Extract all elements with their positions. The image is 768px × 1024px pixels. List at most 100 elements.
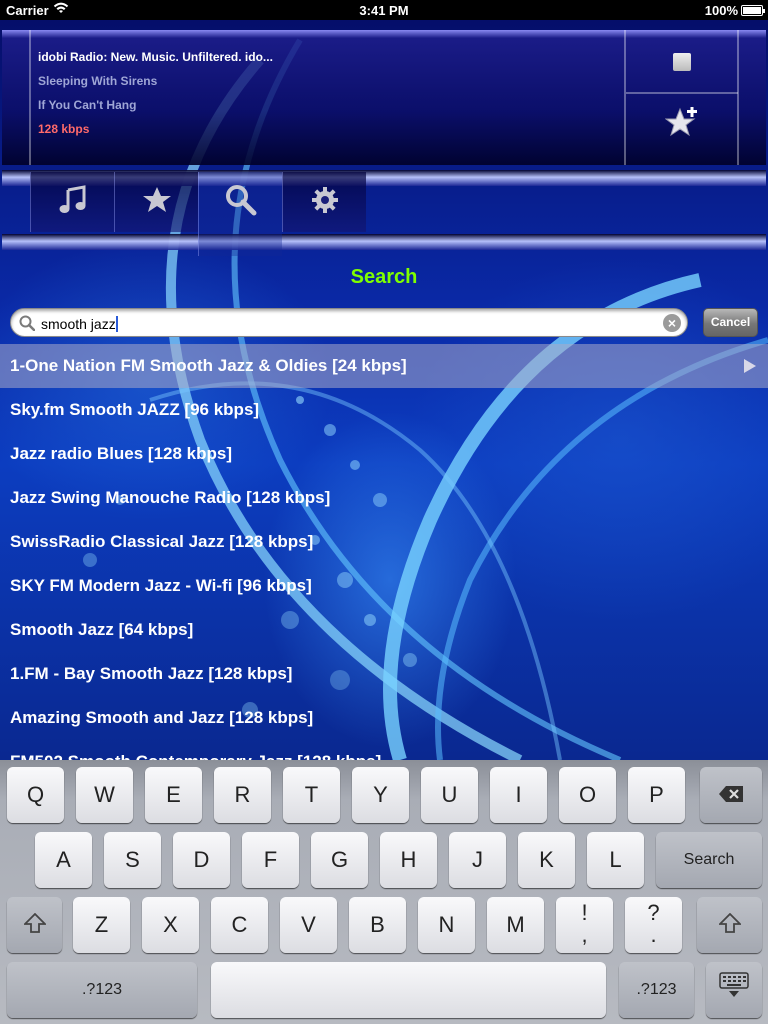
key-label: Search: [683, 851, 735, 868]
shift-icon: [22, 898, 47, 954]
key-f[interactable]: F: [242, 832, 299, 888]
tab-now-playing[interactable]: [30, 172, 114, 232]
music-note-icon: [58, 184, 88, 220]
stop-button[interactable]: [627, 31, 737, 93]
result-label: Jazz Swing Manouche Radio [128 kbps]: [10, 488, 331, 507]
key-a[interactable]: A: [35, 832, 92, 888]
result-label: Jazz radio Blues [128 kbps]: [10, 444, 233, 463]
clock: 3:41 PM: [359, 3, 409, 18]
battery-percent: 100%: [704, 3, 738, 18]
key-o[interactable]: O: [559, 767, 616, 823]
tab-favorites[interactable]: [114, 172, 198, 232]
key-v[interactable]: V: [280, 897, 337, 953]
numbers-key-right[interactable]: .?123: [619, 962, 694, 1018]
key-q[interactable]: Q: [7, 767, 64, 823]
results-list: 1-One Nation FM Smooth Jazz & Oldies [24…: [0, 344, 768, 760]
result-label: 1.FM - Bay Smooth Jazz [128 kbps]: [10, 664, 293, 683]
stop-icon: [673, 53, 691, 71]
on-screen-keyboard: Q W E R T Y U I O P A S D F G H J K L Search Z X C V B N M ! , ? ..?…: [0, 760, 768, 1024]
result-label: FM502 Smooth Contemporary Jazz [128 kbps…: [10, 752, 381, 760]
gear-icon: [311, 186, 339, 219]
search-input[interactable]: smooth jazz ×: [10, 308, 688, 337]
space-key[interactable]: [211, 962, 606, 1018]
key-m[interactable]: M: [487, 897, 544, 953]
key-u[interactable]: U: [421, 767, 478, 823]
result-label: Smooth Jazz [64 kbps]: [10, 620, 194, 639]
key-label: X: [163, 912, 178, 937]
key-label: T: [304, 782, 319, 807]
divider: [29, 30, 31, 165]
now-playing-info: idobi Radio: New. Music. Unfiltered. ido…: [38, 50, 273, 146]
key-e[interactable]: E: [145, 767, 202, 823]
result-row[interactable]: Smooth Jazz [64 kbps]: [0, 608, 768, 652]
result-row[interactable]: Amazing Smooth and Jazz [128 kbps]: [0, 696, 768, 740]
key-j[interactable]: J: [449, 832, 506, 888]
hide-keyboard-key[interactable]: [706, 962, 762, 1018]
key-label: R: [234, 782, 251, 807]
star-plus-icon: [664, 106, 699, 144]
key-label: Z: [94, 912, 109, 937]
result-label: Amazing Smooth and Jazz [128 kbps]: [10, 708, 314, 727]
key-h[interactable]: H: [380, 832, 437, 888]
key-w[interactable]: W: [76, 767, 133, 823]
result-row[interactable]: FM502 Smooth Contemporary Jazz [128 kbps…: [0, 740, 768, 760]
search-icon: [225, 184, 257, 221]
add-favorite-button[interactable]: [627, 94, 737, 156]
battery-icon: [741, 5, 765, 16]
divider: [737, 30, 739, 165]
key-z[interactable]: Z: [73, 897, 130, 953]
key-label: L: [609, 847, 622, 872]
tab-search[interactable]: [198, 172, 282, 256]
key-label: B: [370, 912, 385, 937]
shift-icon: [717, 898, 742, 954]
result-row[interactable]: Sky.fm Smooth JAZZ [96 kbps]: [0, 388, 768, 432]
key-label: Q: [26, 782, 45, 807]
key-l[interactable]: L: [587, 832, 644, 888]
result-row[interactable]: SKY FM Modern Jazz - Wi-fi [96 kbps]: [0, 564, 768, 608]
key-k[interactable]: K: [518, 832, 575, 888]
key-label: N: [438, 912, 455, 937]
result-row[interactable]: Jazz radio Blues [128 kbps]: [0, 432, 768, 476]
result-label: SKY FM Modern Jazz - Wi-fi [96 kbps]: [10, 576, 312, 595]
backspace-icon: [718, 768, 744, 824]
key-label: E: [166, 782, 181, 807]
key-g[interactable]: G: [311, 832, 368, 888]
key-n[interactable]: N: [418, 897, 475, 953]
search-return-key[interactable]: Search: [656, 832, 762, 888]
tabbar-bottom-stripe: [2, 234, 766, 250]
key-y[interactable]: Y: [352, 767, 409, 823]
key-t[interactable]: T: [283, 767, 340, 823]
key-punctuation[interactable]: ? .: [625, 897, 682, 953]
result-row[interactable]: 1-One Nation FM Smooth Jazz & Oldies [24…: [0, 344, 768, 388]
play-icon[interactable]: [744, 359, 756, 373]
cancel-button[interactable]: Cancel: [703, 308, 758, 337]
star-icon: [142, 186, 172, 219]
result-row[interactable]: 1.FM - Bay Smooth Jazz [128 kbps]: [0, 652, 768, 696]
key-label: .?123: [81, 981, 123, 998]
key-b[interactable]: B: [349, 897, 406, 953]
backspace-key[interactable]: [700, 767, 762, 823]
key-label: P: [649, 782, 664, 807]
key-r[interactable]: R: [214, 767, 271, 823]
result-row[interactable]: SwissRadio Classical Jazz [128 kbps]: [0, 520, 768, 564]
key-punctuation[interactable]: ! ,: [556, 897, 613, 953]
numbers-key-left[interactable]: .?123: [7, 962, 197, 1018]
key-label: .?123: [636, 981, 677, 998]
key-s[interactable]: S: [104, 832, 161, 888]
key-label: U: [441, 782, 458, 807]
keyboard-hide-icon: [719, 963, 749, 1019]
shift-key-right[interactable]: [697, 897, 762, 953]
key-label: J: [472, 847, 483, 872]
key-i[interactable]: I: [490, 767, 547, 823]
result-label: Sky.fm Smooth JAZZ [96 kbps]: [10, 400, 260, 419]
key-x[interactable]: X: [142, 897, 199, 953]
tab-settings[interactable]: [282, 172, 366, 232]
key-c[interactable]: C: [211, 897, 268, 953]
key-p[interactable]: P: [628, 767, 685, 823]
shift-key-left[interactable]: [7, 897, 62, 953]
result-row[interactable]: Jazz Swing Manouche Radio [128 kbps]: [0, 476, 768, 520]
divider: [624, 30, 626, 165]
clear-icon[interactable]: ×: [663, 314, 681, 332]
key-label: C: [231, 912, 248, 937]
key-d[interactable]: D: [173, 832, 230, 888]
